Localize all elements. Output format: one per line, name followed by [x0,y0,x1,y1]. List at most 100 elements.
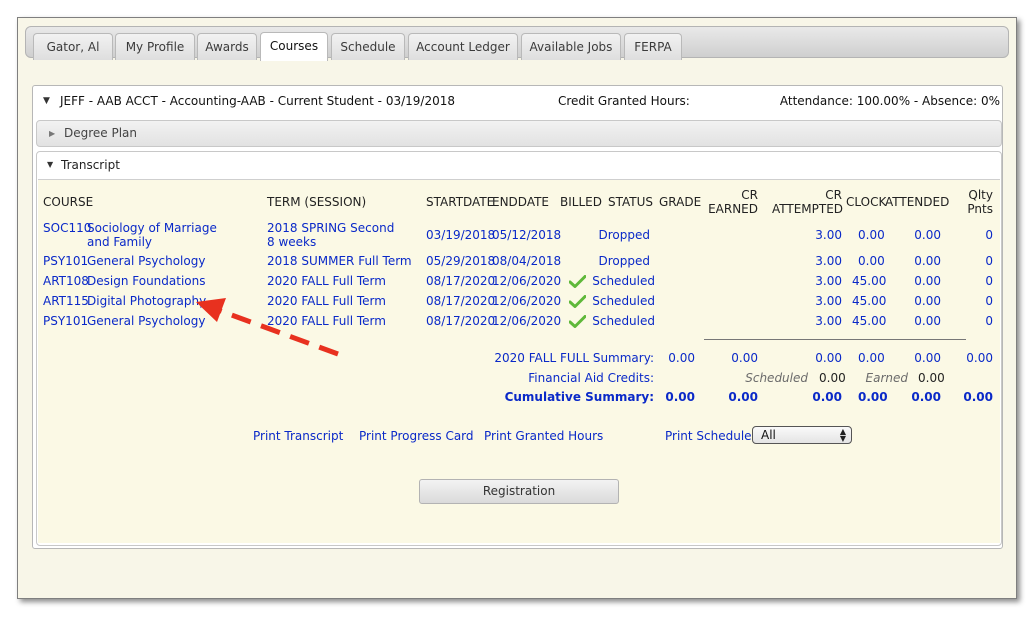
col-header-enddate: ENDDATE [492,195,550,209]
col-header-status: STATUS [608,195,654,209]
aid-scheduled-label: Scheduled [745,371,808,385]
col-header-grade: GRADE [659,195,702,209]
billed-check-icon [569,315,586,328]
student-program-row[interactable]: ▼ JEFF - AAB ACCT - Accounting-AAB - Cur… [33,86,1002,117]
cumulative-grade: 0.00 [665,390,695,404]
start-date: 05/29/2018 [426,254,496,268]
term-summary-earned: 0.00 [731,351,758,365]
schedule-filter-select[interactable]: All ▲ ▼ [752,426,852,444]
col-header-qlty-line2: Pnts [967,202,993,216]
col-header-cr-earned-line1: CR [741,188,758,202]
degree-plan-title: Degree Plan [64,126,138,140]
tab-ferpa[interactable]: FERPA [624,33,682,60]
start-date: 03/19/2018 [426,228,496,242]
clock-hours: 45.00 [852,294,887,308]
course-name-link[interactable]: Sociology of Marriage and Family [87,221,237,249]
aid-earned-label: Earned [865,371,908,385]
status-text: Scheduled [592,294,655,308]
cr-attempted: 3.00 [815,274,842,288]
course-code-link[interactable]: ART115 [43,294,89,308]
cr-attempted: 3.00 [815,254,842,268]
course-name-link[interactable]: General Psychology [87,314,205,328]
tab-schedule[interactable]: Schedule [331,33,405,60]
student-program-info: JEFF - AAB ACCT - Accounting-AAB - Curre… [60,94,455,108]
app-window: Gator, Al My Profile Awards Courses Sche… [17,17,1017,599]
chevron-down-icon: ▼ [47,160,54,169]
term-summary-label: 2020 FALL FULL Summary: [494,351,654,365]
attended-hours: 0.00 [914,274,941,288]
print-schedule-link[interactable]: Print Schedule [665,429,752,443]
billed-check-icon [569,275,586,288]
schedule-filter-value: All [761,428,776,442]
degree-plan-header[interactable]: ▶ Degree Plan [36,120,1002,147]
quality-points: 0 [985,294,993,308]
tab-available-jobs[interactable]: Available Jobs [521,33,621,60]
term-summary-clock: 0.00 [858,351,885,365]
transcript-section: ▼ Transcript COURSE TERM (SESSION) START… [36,151,1002,546]
term-summary-attempted: 0.00 [815,351,842,365]
tab-bar: Gator, Al My Profile Awards Courses Sche… [25,26,1009,61]
course-code-link[interactable]: ART108 [43,274,89,288]
cumulative-attended: 0.00 [911,390,941,404]
clock-hours: 0.00 [858,228,885,242]
course-code-link[interactable]: SOC110 [43,221,91,235]
cr-attempted: 3.00 [815,294,842,308]
start-date: 08/17/2020 [426,314,496,328]
transcript-header[interactable]: ▼ Transcript [37,152,1001,178]
tab-account-ledger[interactable]: Account Ledger [408,33,518,60]
col-header-cr-attempted-line2: ATTEMPTED [772,202,844,216]
course-name-link[interactable]: General Psychology [87,254,205,268]
term-summary-qlty: 0.00 [966,351,993,365]
transcript-title: Transcript [61,158,120,172]
term-link[interactable]: 2020 FALL Full Term [267,314,386,328]
financial-aid-label: Financial Aid Credits: [528,371,654,385]
end-date: 08/04/2018 [492,254,562,268]
transcript-table: COURSE TERM (SESSION) STARTDATE ENDDATE … [38,179,1000,543]
col-header-startdate: STARTDATE [426,195,495,209]
course-code-link[interactable]: PSY101 [43,314,88,328]
col-header-attended: ATTENDED [885,195,950,209]
end-date: 12/06/2020 [492,314,562,328]
summary-divider [704,339,966,340]
quality-points: 0 [985,228,993,242]
term-link[interactable]: 2020 FALL Full Term [267,294,386,308]
attendance-summary: Attendance: 100.00% - Absence: 0% [779,94,1000,108]
courses-panel: ▼ JEFF - AAB ACCT - Accounting-AAB - Cur… [32,85,1003,549]
print-progress-card-link[interactable]: Print Progress Card [359,429,474,443]
aid-earned-value: 0.00 [918,371,945,385]
print-granted-hours-link[interactable]: Print Granted Hours [484,429,603,443]
status-text: Dropped [598,228,651,242]
term-link[interactable]: 2018 SPRING Second 8 weeks [267,221,402,249]
cr-attempted: 3.00 [815,228,842,242]
col-header-course: COURSE [43,195,94,209]
aid-scheduled-value: 0.00 [819,371,846,385]
chevron-down-icon: ▼ [43,96,50,106]
tab-my-profile[interactable]: My Profile [115,33,195,60]
cumulative-earned: 0.00 [728,390,758,404]
col-header-cr-attempted-line1: CR [825,188,842,202]
chevron-right-icon: ▶ [49,129,56,138]
col-header-term: TERM (SESSION) [267,195,367,209]
registration-button[interactable]: Registration [419,479,619,504]
course-name-link[interactable]: Digital Photography [87,294,206,308]
course-code-link[interactable]: PSY101 [43,254,88,268]
start-date: 08/17/2020 [426,294,496,308]
term-summary-attended: 0.00 [914,351,941,365]
term-link[interactable]: 2018 SUMMER Full Term [267,254,412,268]
tab-awards[interactable]: Awards [197,33,257,60]
print-transcript-link[interactable]: Print Transcript [253,429,343,443]
col-header-billed: BILLED [560,195,602,209]
tab-courses[interactable]: Courses [260,32,328,61]
tab-student-name[interactable]: Gator, Al [33,33,113,60]
attended-hours: 0.00 [914,254,941,268]
col-header-clock: CLOCK [846,195,887,209]
attended-hours: 0.00 [914,294,941,308]
course-name-link[interactable]: Design Foundations [87,274,205,288]
status-text: Scheduled [592,274,655,288]
credit-granted-label: Credit Granted Hours: [558,94,690,108]
attended-hours: 0.00 [914,228,941,242]
term-link[interactable]: 2020 FALL Full Term [267,274,386,288]
billed-check-icon [569,295,586,308]
start-date: 08/17/2020 [426,274,496,288]
col-header-cr-earned-line2: EARNED [708,202,758,216]
